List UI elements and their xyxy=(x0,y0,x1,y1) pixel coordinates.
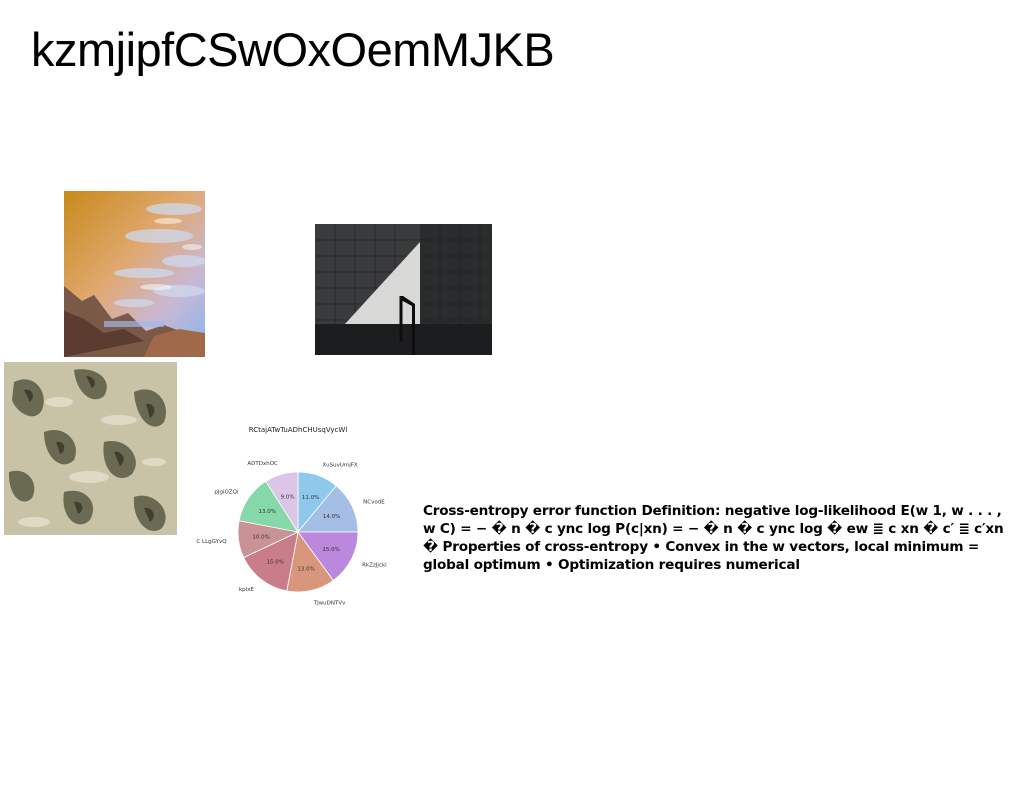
pie-category-label: pJgiOZQi xyxy=(214,490,239,496)
pie-value-label: 15.0% xyxy=(322,547,339,553)
pie-category-label: RkZzJjcki xyxy=(362,563,387,569)
page-title: kzmjipfCSwOxOemMJKB xyxy=(31,23,555,76)
pie-category-label: NCvodE xyxy=(363,499,385,505)
pie-value-label: 10.0% xyxy=(252,535,269,541)
pie-value-label: 15.0% xyxy=(266,559,283,565)
pie-value-label: 11.0% xyxy=(302,495,319,501)
pie-category-label: kplxE xyxy=(239,587,254,593)
pie-category-label: XuSuvUmjFX xyxy=(322,462,358,468)
pie-category-label: ADTDxhOC xyxy=(247,461,278,467)
pie-value-label: 13.0% xyxy=(258,509,275,515)
pie-value-label: 13.0% xyxy=(297,566,314,572)
pie-category-label: C LLgGYvQ xyxy=(196,539,227,545)
pie-category-label: TJwuDNTVv xyxy=(313,600,346,606)
photo-rock-texture xyxy=(4,362,177,535)
pie-value-label: 9.0% xyxy=(281,494,295,500)
photo-stairs-shadow xyxy=(315,224,492,355)
chart-title: RCtajATwTuADhCHUsqVycWl xyxy=(249,426,348,434)
pie-chart: RCtajATwTuADhCHUsqVycWl 11.0% XuSuvUmjFX 1… xyxy=(196,426,387,606)
slide-body-text: Cross-entropy error function Definition:… xyxy=(423,503,1004,573)
pie-value-label: 14.0% xyxy=(323,514,340,520)
photo-desert-sky xyxy=(64,191,205,357)
